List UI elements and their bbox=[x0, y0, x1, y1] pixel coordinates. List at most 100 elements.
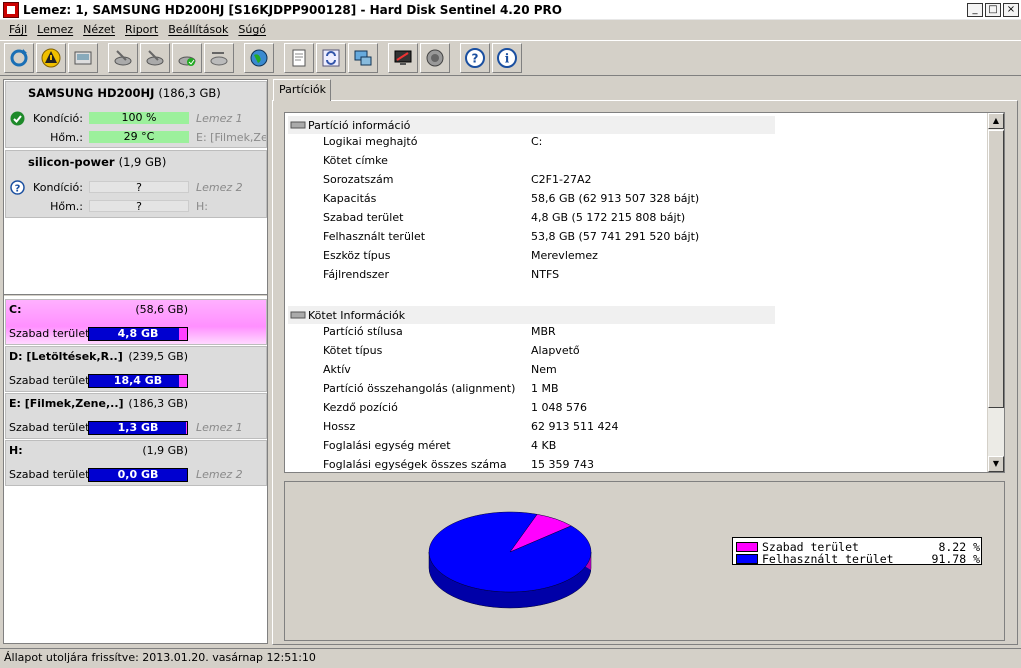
close-button[interactable]: × bbox=[1003, 2, 1019, 17]
scroll-thumb[interactable] bbox=[988, 130, 1004, 408]
partition-size: (239,5 GB) bbox=[128, 350, 188, 363]
web-button[interactable] bbox=[244, 43, 274, 73]
partition-name: D: [Letöltések,R..] bbox=[9, 350, 123, 363]
sound-button[interactable] bbox=[420, 43, 450, 73]
disk-partition-note: E: [Filmek,Zene,..] bbox=[196, 131, 266, 144]
menu-disk[interactable]: Lemez bbox=[32, 23, 78, 36]
disk-item[interactable]: SAMSUNG HD200HJ (186,3 GB) Kondíció: 100… bbox=[5, 81, 267, 148]
section-header: Kötet Információk bbox=[288, 306, 775, 324]
partition-item-h[interactable]: H: (1,9 GB) Szabad terület 0,0 GB Lemez … bbox=[5, 440, 267, 486]
menu-view[interactable]: Nézet bbox=[78, 23, 120, 36]
info-key: Logikai meghajtó bbox=[323, 135, 418, 148]
info-value: Alapvető bbox=[531, 344, 580, 357]
legend-swatch-free bbox=[736, 541, 758, 552]
title-bar: Lemez: 1, SAMSUNG HD200HJ [S16KJDPP90012… bbox=[0, 0, 1021, 20]
ok-status-icon bbox=[10, 111, 25, 126]
maximize-button[interactable]: □ bbox=[985, 2, 1001, 17]
disk-check-button[interactable] bbox=[172, 43, 202, 73]
info-key: Foglalási egységek összes száma bbox=[323, 458, 507, 471]
partition-info-panel: Partíció információ Logikai meghajtó C: Köt… bbox=[284, 112, 1005, 473]
monitor-icon bbox=[394, 50, 412, 65]
disk-tool-button-3[interactable] bbox=[204, 43, 234, 73]
disk-title: silicon-power (1,9 GB) bbox=[28, 155, 167, 169]
section-header: Partíció információ bbox=[288, 116, 775, 134]
info-value: C2F1-27A2 bbox=[531, 173, 592, 186]
disk-tools-icon bbox=[210, 52, 228, 66]
svg-text:?: ? bbox=[472, 52, 479, 66]
info-value: 62 913 511 424 bbox=[531, 420, 619, 433]
free-space-fill bbox=[179, 328, 187, 340]
network-icon bbox=[354, 50, 372, 66]
info-value: 1 MB bbox=[531, 382, 559, 395]
free-space-fill bbox=[179, 375, 187, 387]
legend-label: Felhasznált terület bbox=[762, 551, 894, 566]
monitor-button[interactable] bbox=[388, 43, 418, 73]
info-key: Hossz bbox=[323, 420, 356, 433]
scroll-up-arrow[interactable]: ▲ bbox=[988, 113, 1004, 129]
info-value: MBR bbox=[531, 325, 556, 338]
temperature-bar: ? bbox=[89, 200, 189, 213]
info-value: 4,8 GB (5 172 215 808 bájt) bbox=[531, 211, 686, 224]
legend-swatch-used bbox=[736, 553, 758, 564]
network-button[interactable] bbox=[348, 43, 378, 73]
disk-tool-button-1[interactable] bbox=[108, 43, 138, 73]
section-title: Partíció információ bbox=[308, 118, 411, 132]
disk-icon bbox=[74, 51, 92, 65]
vertical-scrollbar[interactable]: ▲ ▼ bbox=[987, 113, 1004, 472]
tab-partitions[interactable]: Partíciók bbox=[273, 79, 331, 101]
globe-icon bbox=[250, 49, 268, 67]
condition-label: Kondíció: bbox=[33, 112, 83, 125]
partition-size: (186,3 GB) bbox=[128, 397, 188, 410]
menu-help[interactable]: Súgó bbox=[233, 23, 271, 36]
status-bar: Állapot utoljára frissítve: 2013.01.20. … bbox=[0, 648, 1021, 668]
partition-item-c[interactable]: C: (58,6 GB) Szabad terület 4,8 GB bbox=[5, 299, 267, 345]
info-key: Kötet címke bbox=[323, 154, 388, 167]
info-key: Kapacitás bbox=[323, 192, 377, 205]
about-button[interactable]: i bbox=[492, 43, 522, 73]
sync-button[interactable] bbox=[316, 43, 346, 73]
free-space-label: Szabad terület bbox=[9, 374, 90, 387]
menu-file[interactable]: Fájl bbox=[4, 23, 32, 36]
info-value: C: bbox=[531, 135, 543, 148]
info-value: Nem bbox=[531, 363, 557, 376]
free-space-bar: 18,4 GB bbox=[88, 374, 188, 388]
disk-tool-button-2[interactable] bbox=[140, 43, 170, 73]
section-title: Kötet Információk bbox=[308, 308, 406, 322]
info-key: Partíció stílusa bbox=[323, 325, 403, 338]
info-key: Felhasznált terület bbox=[323, 230, 426, 243]
partition-item-e[interactable]: E: [Filmek,Zene,..] (186,3 GB) Szabad te… bbox=[5, 393, 267, 439]
temperature-label: Hőm.: bbox=[50, 200, 83, 213]
condition-bar: 100 % bbox=[89, 112, 189, 124]
temperature-bar: 29 °C bbox=[89, 131, 189, 143]
partition-item-d[interactable]: D: [Letöltések,R..] (239,5 GB) Szabad te… bbox=[5, 346, 267, 392]
disk-icon bbox=[290, 311, 306, 319]
menu-report[interactable]: Riport bbox=[120, 23, 163, 36]
minimize-button[interactable]: _ bbox=[967, 2, 983, 17]
legend-item-used: Felhasznált terület 91.78 % bbox=[736, 551, 980, 566]
help-button[interactable]: ? bbox=[460, 43, 490, 73]
temperature-label: Hőm.: bbox=[50, 131, 83, 144]
alert-button[interactable] bbox=[36, 43, 66, 73]
disk-button[interactable] bbox=[68, 43, 98, 73]
refresh-button[interactable] bbox=[4, 43, 34, 73]
refresh-icon bbox=[10, 49, 28, 67]
free-space-label: Szabad terület bbox=[9, 327, 90, 340]
info-value: 1 048 576 bbox=[531, 401, 587, 414]
sync-icon bbox=[322, 49, 340, 67]
menu-settings[interactable]: Beállítások bbox=[163, 23, 233, 36]
scroll-down-arrow[interactable]: ▼ bbox=[988, 456, 1004, 472]
free-space-label: Szabad terület bbox=[9, 421, 90, 434]
info-value: 4 KB bbox=[531, 439, 557, 452]
panel-divider bbox=[4, 294, 267, 296]
disk-number-note: Lemez 2 bbox=[196, 181, 243, 194]
info-value: NTFS bbox=[531, 268, 560, 281]
info-key: Foglalási egység méret bbox=[323, 439, 451, 452]
warning-icon bbox=[41, 48, 61, 68]
partition-name: C: bbox=[9, 303, 22, 316]
partition-name: H: bbox=[9, 444, 23, 457]
info-key: Sorozatszám bbox=[323, 173, 394, 186]
free-space-bar: 0,0 GB bbox=[88, 468, 188, 482]
report-button[interactable] bbox=[284, 43, 314, 73]
info-value: 58,6 GB (62 913 507 328 bájt) bbox=[531, 192, 700, 205]
disk-item[interactable]: silicon-power (1,9 GB) ? Kondíció: ? Lem… bbox=[5, 150, 267, 218]
